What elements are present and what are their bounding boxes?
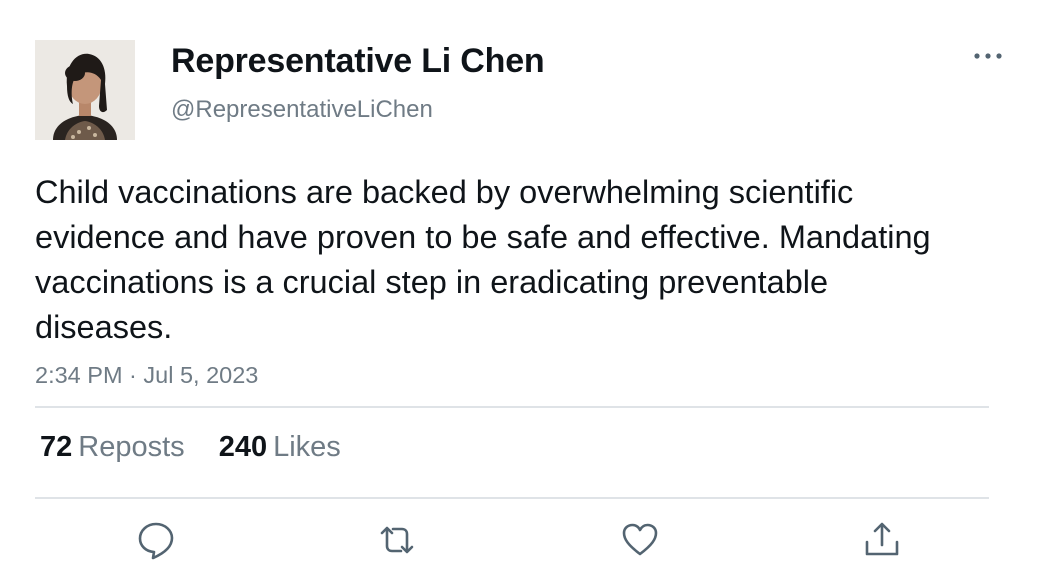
author-handle[interactable]: @RepresentativeLiChen <box>171 96 433 124</box>
share-button[interactable] <box>862 520 902 560</box>
repost-button[interactable] <box>377 520 417 560</box>
profile-photo-icon <box>35 40 135 140</box>
avatar[interactable] <box>35 40 135 140</box>
share-icon <box>865 522 899 556</box>
reply-button[interactable] <box>136 520 176 560</box>
likes-count: 240 <box>218 431 268 463</box>
more-icon <box>974 53 1002 59</box>
like-icon <box>622 523 658 556</box>
tweet-text: Child vaccinations are backed by overwhe… <box>35 174 931 345</box>
divider <box>35 406 989 408</box>
divider <box>35 497 989 499</box>
reply-icon <box>138 522 174 560</box>
tweet-card: Representative Li Chen @RepresentativeLi… <box>0 0 1050 570</box>
like-button[interactable] <box>620 520 660 560</box>
reposts-label: Reposts <box>78 431 185 463</box>
engagement-stats: 72 Reposts 240 Likes <box>40 431 367 464</box>
likes-stat[interactable]: 240 Likes <box>219 431 341 464</box>
tweet-timestamp[interactable]: 2:34 PM · Jul 5, 2023 <box>35 362 258 389</box>
reposts-count: 72 <box>40 431 73 463</box>
reposts-stat[interactable]: 72 Reposts <box>40 431 185 464</box>
repost-icon <box>380 526 414 554</box>
likes-label: Likes <box>273 431 341 463</box>
more-options-button[interactable] <box>968 40 1008 70</box>
author-name[interactable]: Representative Li Chen <box>171 42 545 81</box>
